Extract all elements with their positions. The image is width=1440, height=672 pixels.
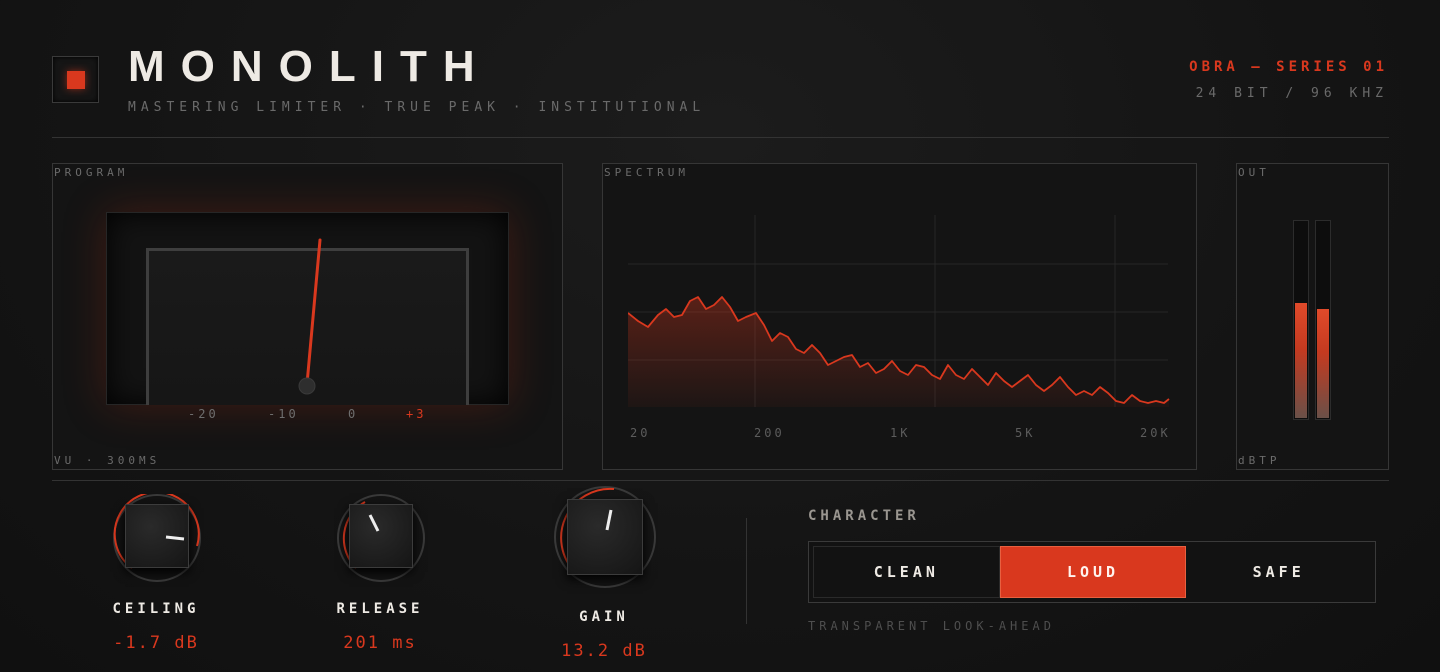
spectrum-axis-1k: 1K xyxy=(890,426,911,440)
vu-scale-0: 0 xyxy=(348,407,359,421)
vu-needle xyxy=(298,238,322,395)
character-loud-button[interactable]: LOUD xyxy=(999,546,1187,598)
release-value: 201 ms xyxy=(343,633,417,653)
app-title: MONOLITH xyxy=(128,42,491,91)
gain-value: 13.2 dB xyxy=(561,641,647,661)
app-subtitle: MASTERING LIMITER · TRUE PEAK · INSTITUT… xyxy=(128,100,706,115)
format-label: 24 BIT / 96 KHZ xyxy=(1195,86,1388,101)
spectrum-axis-5k: 5K xyxy=(1015,426,1036,440)
gain-knob-pointer xyxy=(605,509,613,531)
ceiling-value: -1.7 dB xyxy=(113,633,199,653)
controls-divider xyxy=(746,518,747,624)
character-safe-button[interactable]: SAFE xyxy=(1186,546,1371,598)
spectrum-graph xyxy=(628,215,1170,407)
red-square-icon xyxy=(67,71,85,89)
release-knob-pointer xyxy=(368,514,380,532)
gain-label: GAIN xyxy=(579,609,629,625)
out-meter-right-fill xyxy=(1317,309,1329,418)
spectrum-label: SPECTRUM xyxy=(604,166,689,179)
vu-scale-plus3: +3 xyxy=(406,407,427,421)
character-selector: CLEAN LOUD SAFE xyxy=(808,541,1376,603)
gain-knob-cap[interactable] xyxy=(567,499,643,575)
out-unit-label: dBTP xyxy=(1238,454,1281,467)
header-divider xyxy=(52,137,1389,138)
vu-scale-minus10: -10 xyxy=(268,407,299,421)
spectrum-axis-20k: 20K xyxy=(1140,426,1171,440)
program-label: PROGRAM xyxy=(54,166,129,179)
ceiling-label: CEILING xyxy=(112,601,200,617)
ceiling-knob-cap[interactable] xyxy=(125,504,189,568)
out-label: OUT xyxy=(1238,166,1270,179)
release-label: RELEASE xyxy=(336,601,424,617)
release-knob-cap[interactable] xyxy=(349,504,413,568)
character-label: CHARACTER xyxy=(808,508,920,524)
character-description: TRANSPARENT LOOK-AHEAD xyxy=(808,619,1055,633)
vu-mode-label: VU · 300MS xyxy=(54,454,161,467)
character-clean-button[interactable]: CLEAN xyxy=(813,546,1000,598)
section-divider xyxy=(52,480,1389,481)
spectrum-axis-20: 20 xyxy=(630,426,651,440)
spectrum-axis-200: 200 xyxy=(754,426,785,440)
series-label: OBRA — SERIES 01 xyxy=(1189,59,1388,75)
logo-icon xyxy=(52,56,99,103)
vu-scale-minus20: -20 xyxy=(188,407,219,421)
out-panel xyxy=(1236,163,1389,470)
out-meter-left xyxy=(1293,220,1309,420)
out-meter-right xyxy=(1315,220,1331,420)
out-meter-left-fill xyxy=(1295,303,1307,418)
ceiling-knob-pointer xyxy=(165,535,185,541)
